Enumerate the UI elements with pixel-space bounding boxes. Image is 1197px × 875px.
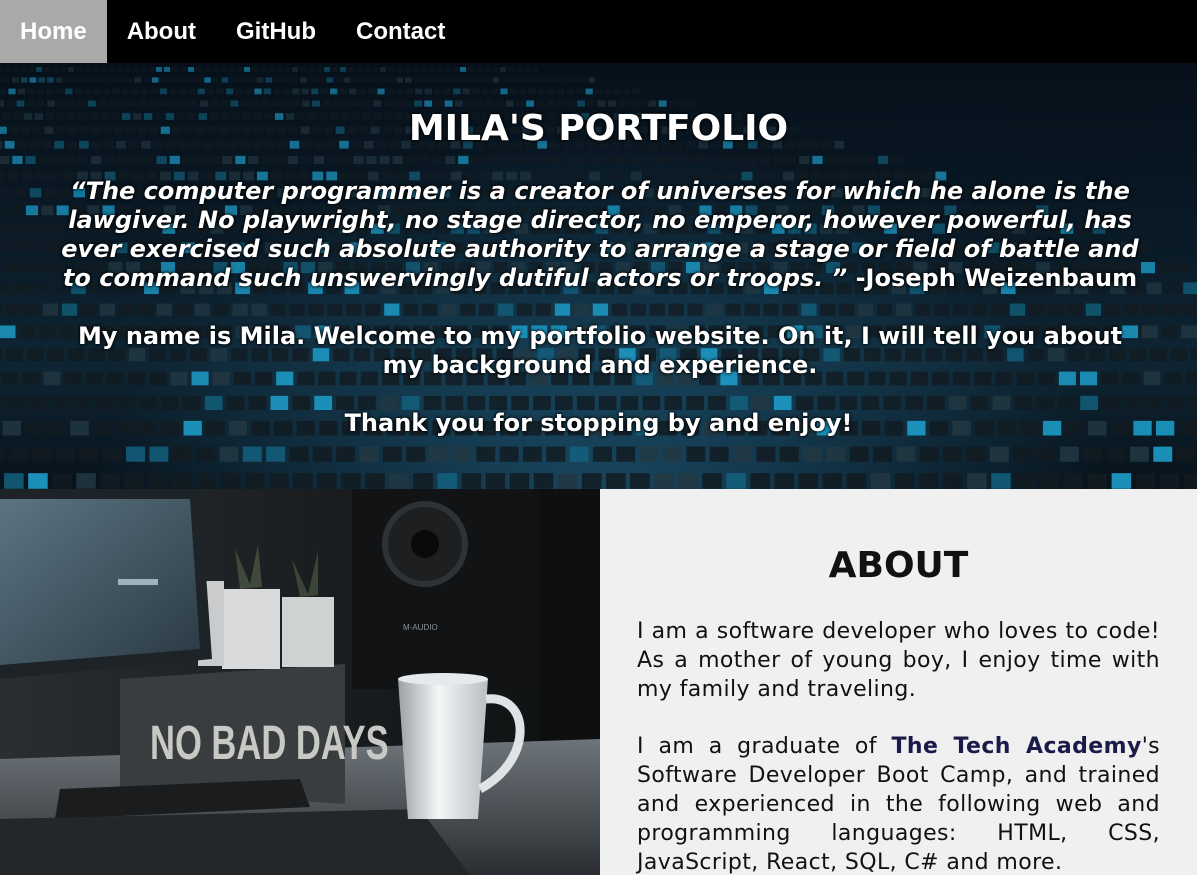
- nav-about[interactable]: About: [107, 0, 216, 63]
- about-paragraph-1: I am a software developer who loves to c…: [637, 619, 1160, 702]
- about-section: ABOUT I am a software developer who love…: [600, 489, 1197, 875]
- quote-author: -Joseph Weizenbaum: [847, 264, 1138, 292]
- tech-academy-link[interactable]: The Tech Academy: [892, 734, 1142, 759]
- page-title: MILA'S PORTFOLIO: [408, 108, 789, 149]
- about-title: ABOUT: [828, 545, 969, 586]
- speaker-brand: M-AUDIO: [403, 623, 438, 632]
- hero-thanks: Thank you for stopping by and enjoy!: [344, 409, 853, 437]
- hero-quote: “The computer programmer is a creator of…: [55, 177, 1145, 293]
- top-nav: Home About GitHub Contact: [0, 0, 1197, 63]
- about-paragraph-2: I am a graduate of The Tech Academy's So…: [637, 732, 1160, 875]
- desk-photo: M-AUDIO NO BAD DAYS: [0, 489, 600, 875]
- nav-home[interactable]: Home: [0, 0, 107, 63]
- about-p2-before: I am a graduate of: [637, 734, 892, 759]
- nav-contact[interactable]: Contact: [336, 0, 465, 63]
- hero-intro: My name is Mila. Welcome to my portfolio…: [77, 322, 1123, 379]
- hero-section: MILA'S PORTFOLIO “The computer programme…: [0, 63, 1197, 489]
- sign-text: NO BAD DAYS: [150, 715, 389, 769]
- nav-github[interactable]: GitHub: [216, 0, 336, 63]
